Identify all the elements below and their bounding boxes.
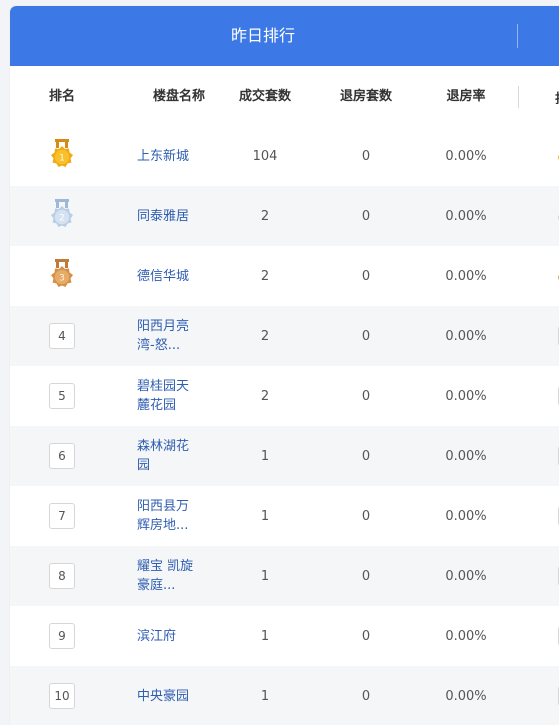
property-name-link[interactable]: 上东新城 xyxy=(137,147,197,166)
table-row[interactable]: 3 德信华城 2 0 0.00% xyxy=(10,246,559,306)
gold-medal-icon: 1 xyxy=(48,138,76,174)
table-header: 排名 楼盘名称 成交套数 退房套数 退房率 排 xyxy=(10,66,559,126)
rank-badge: 6 xyxy=(49,443,75,469)
rank-cell: 7 xyxy=(10,486,114,546)
svg-text:3: 3 xyxy=(59,274,65,284)
svg-text:2: 2 xyxy=(59,214,65,224)
silver-medal-icon: 2 xyxy=(48,198,76,234)
ranking-panel: 昨日排行 排名 楼盘名称 成交套数 退房套数 退房率 排 1上东新城10400.… xyxy=(10,6,559,725)
refunds-cell: 0 xyxy=(361,268,371,284)
deals-cell: 2 xyxy=(260,328,270,344)
property-name-link[interactable]: 森林湖花园 xyxy=(137,437,197,475)
refunds-cell: 0 xyxy=(361,148,371,164)
table-row[interactable]: 7 阳西县万辉房地... 1 0 0.00% xyxy=(10,486,559,546)
refund-rate-cell: 0.00% xyxy=(445,268,487,284)
rank-badge: 9 xyxy=(49,623,75,649)
refund-rate-cell: 0.00% xyxy=(445,448,487,464)
column-header-deals: 成交套数 xyxy=(238,89,291,104)
deals-cell: 2 xyxy=(260,388,270,404)
property-name-link[interactable]: 德信华城 xyxy=(137,267,197,286)
rank-cell: 1 xyxy=(10,126,114,186)
refunds-cell: 0 xyxy=(361,628,371,644)
rank-cell: 8 xyxy=(10,546,114,606)
rank-cell: 10 xyxy=(10,666,114,725)
column-header-rank: 排名 xyxy=(48,89,75,104)
rank-cell: 3 xyxy=(10,246,114,306)
deals-cell: 1 xyxy=(260,628,270,644)
panel-header: 昨日排行 xyxy=(10,6,559,66)
deals-cell: 1 xyxy=(260,568,270,584)
refunds-cell: 0 xyxy=(361,508,371,524)
property-name-link[interactable]: 同泰雅居 xyxy=(137,207,197,226)
refund-rate-cell: 0.00% xyxy=(445,388,487,404)
tab-yesterday-ranking[interactable]: 昨日排行 xyxy=(10,6,516,66)
rank-cell: 6 xyxy=(10,426,114,486)
svg-text:1: 1 xyxy=(59,154,65,164)
table-row[interactable]: 1 上东新城 104 0 0.00% xyxy=(10,126,559,186)
refund-rate-cell: 0.00% xyxy=(445,628,487,644)
refund-rate-cell: 0.00% xyxy=(445,508,487,524)
rank-badge: 8 xyxy=(49,563,75,589)
deals-cell: 1 xyxy=(260,448,270,464)
property-name-link[interactable]: 阳西月亮湾-怒... xyxy=(137,317,197,355)
refunds-cell: 0 xyxy=(361,568,371,584)
refund-rate-cell: 0.00% xyxy=(445,568,487,584)
table-row[interactable]: 9 滨江府 1 0 0.00% xyxy=(10,606,559,666)
table-row[interactable]: 2 同泰雅居 2 0 0.00% xyxy=(10,186,559,246)
deals-cell: 1 xyxy=(260,688,270,704)
table-row[interactable]: 5 碧桂园天麓花园 2 0 0.00% xyxy=(10,366,559,426)
rank-cell: 2 xyxy=(10,186,114,246)
deals-cell: 104 xyxy=(252,148,278,164)
rank-cell: 4 xyxy=(10,306,114,366)
property-name-link[interactable]: 碧桂园天麓花园 xyxy=(137,377,197,415)
table-row[interactable]: 10 中央豪园 1 0 0.00% xyxy=(10,666,559,725)
refund-rate-cell: 0.00% xyxy=(445,328,487,344)
property-name-link[interactable]: 滨江府 xyxy=(137,627,197,646)
deals-cell: 1 xyxy=(260,508,270,524)
refund-rate-cell: 0.00% xyxy=(445,208,487,224)
column-header-refunds: 退房套数 xyxy=(339,89,392,104)
column-header-refund-rate: 退房率 xyxy=(446,89,486,104)
page: 昨日排行 排名 楼盘名称 成交套数 退房套数 退房率 排 1上东新城10400.… xyxy=(0,0,559,725)
table-row[interactable]: 6 森林湖花园 1 0 0.00% xyxy=(10,426,559,486)
table-row[interactable]: 8 耀宝 凯旋豪庭... 1 0 0.00% xyxy=(10,546,559,606)
refunds-cell: 0 xyxy=(361,328,371,344)
rank-badge: 4 xyxy=(49,323,75,349)
property-name-link[interactable]: 阳西县万辉房地... xyxy=(137,497,197,535)
bronze-medal-icon: 3 xyxy=(48,258,76,294)
rank-badge: 10 xyxy=(49,683,75,709)
column-header-partial: 排 xyxy=(555,88,559,104)
refund-rate-cell: 0.00% xyxy=(445,148,487,164)
property-name-link[interactable]: 中央豪园 xyxy=(137,687,197,706)
rank-cell: 9 xyxy=(10,606,114,666)
refunds-cell: 0 xyxy=(361,448,371,464)
refund-rate-cell: 0.00% xyxy=(445,688,487,704)
refunds-cell: 0 xyxy=(361,688,371,704)
deals-cell: 2 xyxy=(260,208,270,224)
rank-badge: 5 xyxy=(49,383,75,409)
refunds-cell: 0 xyxy=(361,208,371,224)
rank-cell: 5 xyxy=(10,366,114,426)
header-divider xyxy=(517,24,518,48)
property-name-link[interactable]: 耀宝 凯旋豪庭... xyxy=(137,557,197,595)
column-divider xyxy=(518,86,519,108)
refunds-cell: 0 xyxy=(361,388,371,404)
rank-badge: 7 xyxy=(49,503,75,529)
deals-cell: 2 xyxy=(260,268,270,284)
table-row[interactable]: 4 阳西月亮湾-怒... 2 0 0.00% xyxy=(10,306,559,366)
